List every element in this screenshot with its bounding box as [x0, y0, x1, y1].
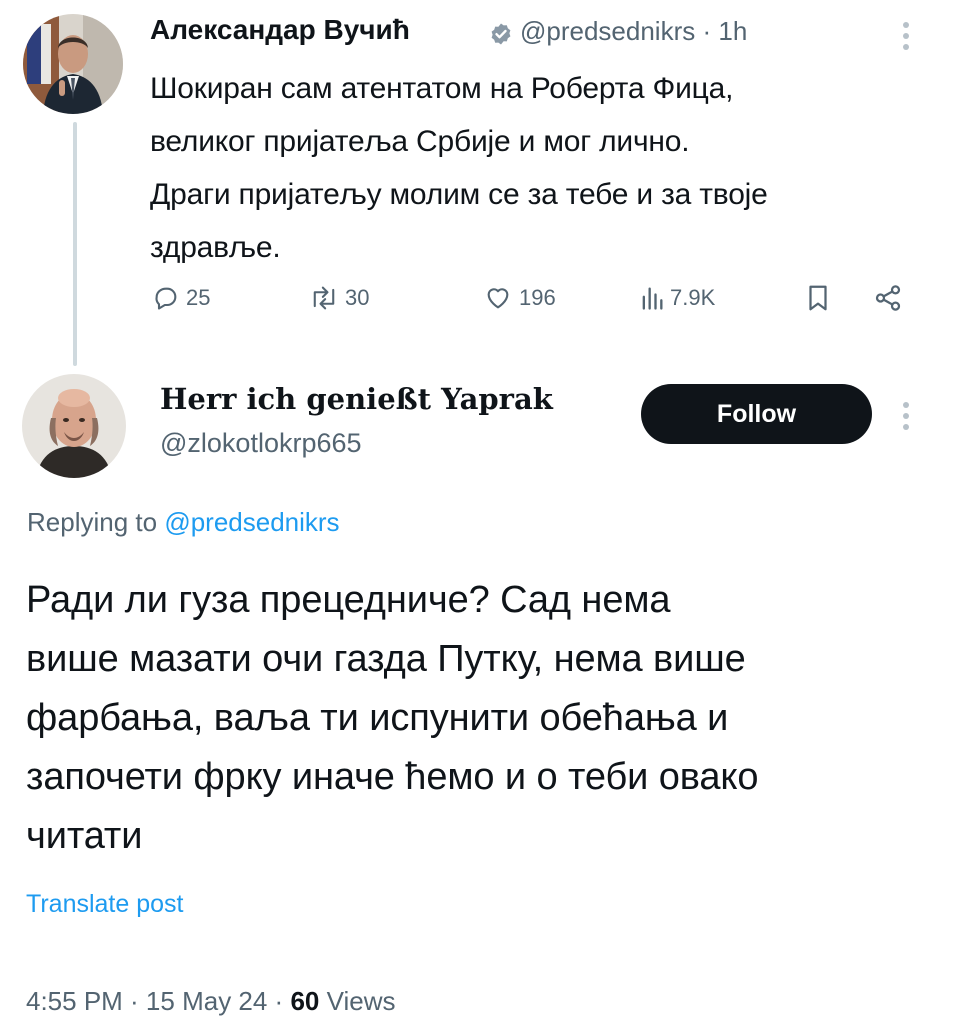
translate-post-link[interactable]: Translate post [26, 890, 183, 919]
replying-prefix: Replying to [27, 507, 158, 537]
post-timestamp[interactable]: 4:55 PM · 15 May 24 · [26, 986, 283, 1016]
reply-text-line: фарбања, ваља ти испунити обећања и [26, 697, 729, 739]
reply-icon [155, 287, 177, 310]
reply-text-line: Ради ли гуза прецедниче? Сад нема [26, 579, 671, 621]
repost-count: 30 [345, 285, 370, 310]
views-count: 60 [290, 986, 320, 1016]
parent-text-line: Драги пријатељу молим се за тебе и за тв… [150, 178, 768, 211]
reply-author-handle[interactable]: @zlokotlokrp665 [160, 428, 362, 459]
reply-text-line: више мазати очи газда Путку, нема више [26, 638, 746, 680]
replying-mention-link[interactable]: @predsednikrs [164, 507, 339, 537]
follow-button[interactable]: Follow [641, 384, 872, 444]
reply-text-line: читати [26, 815, 143, 857]
reply-text-line: започети фрку иначе ћемо и о теби овако [26, 756, 759, 798]
more-vertical-icon[interactable] [896, 18, 916, 54]
repost-icon [313, 286, 335, 310]
thread-connector-line [73, 122, 77, 366]
bookmark-button[interactable] [805, 280, 831, 316]
views-label: Views [326, 986, 396, 1016]
heart-icon [487, 288, 509, 309]
parent-author-name[interactable]: Александар Вучић [150, 14, 410, 46]
repost-button[interactable]: 30 [309, 280, 369, 316]
avatar-parent-author[interactable] [23, 14, 123, 114]
share-icon [875, 285, 901, 311]
share-button[interactable] [873, 280, 903, 316]
parent-handle[interactable]: @predsednikrs [520, 16, 695, 46]
replying-to: Replying to @predsednikrs [27, 507, 340, 538]
views-chart-icon [642, 287, 663, 310]
parent-handle-time[interactable]: @predsednikrs · 1h [520, 16, 747, 47]
parent-tweet-text: Шокиран сам атентатом на Роберта Фица, в… [150, 62, 950, 274]
reply-author-name[interactable]: Herr ich genießt Yaprak [160, 382, 553, 416]
more-vertical-icon[interactable] [896, 398, 916, 434]
parent-text-line: здравље. [150, 231, 281, 264]
bookmark-icon [809, 285, 827, 311]
verified-badge-icon [491, 23, 511, 45]
post-meta: 4:55 PM · 15 May 24 · 60 Views [26, 986, 396, 1017]
like-button[interactable]: 196 [483, 280, 556, 316]
views-button[interactable]: 7.9K [640, 280, 715, 316]
like-count: 196 [519, 285, 556, 310]
views-count: 7.9K [670, 285, 716, 310]
avatar-reply-author[interactable] [22, 374, 126, 478]
reply-tweet-text: Ради ли гуза прецедниче? Сад нема више м… [26, 571, 946, 866]
parent-text-line: Шокиран сам атентатом на Роберта Фица, [150, 72, 734, 105]
parent-text-line: великог пријатеља Србије и мог лично. [150, 125, 690, 158]
reply-button[interactable]: 25 [152, 280, 210, 316]
reply-count: 25 [186, 285, 211, 310]
avatar-photo [22, 374, 126, 478]
avatar-photo [23, 14, 123, 114]
parent-time: · 1h [702, 16, 748, 46]
